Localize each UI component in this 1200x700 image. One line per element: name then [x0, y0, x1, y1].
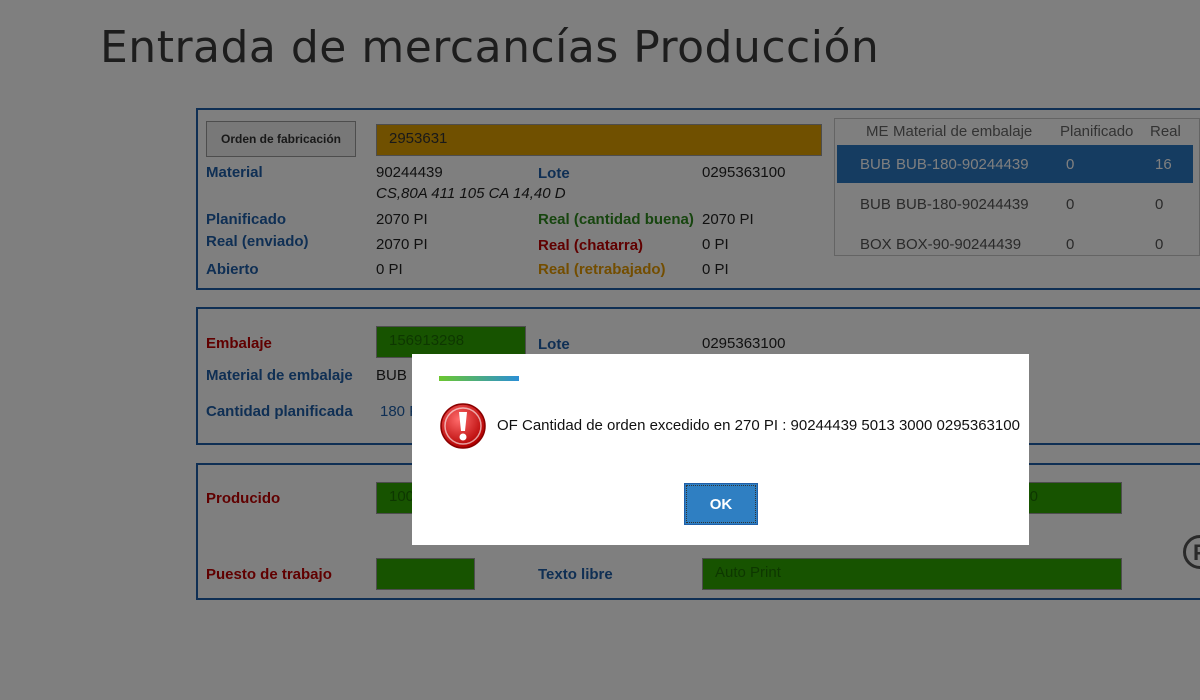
dialog-accent-bar	[439, 376, 519, 381]
error-icon	[440, 403, 486, 449]
error-dialog: OF Cantidad de orden excedido en 270 PI …	[412, 354, 1029, 545]
ok-button[interactable]: OK	[684, 483, 758, 525]
modal-overlay	[0, 0, 1200, 700]
dialog-message: OF Cantidad de orden excedido en 270 PI …	[497, 417, 1020, 434]
